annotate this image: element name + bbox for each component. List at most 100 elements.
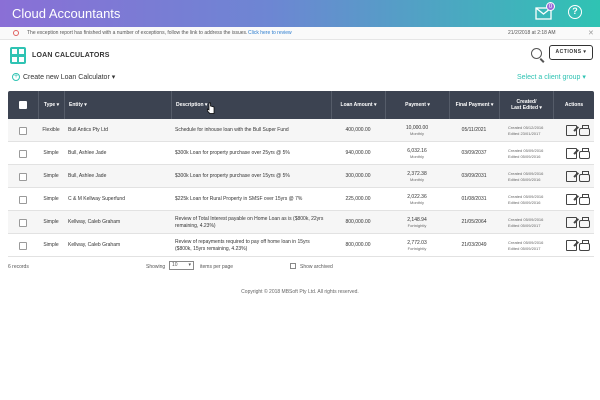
row-created-edited: Created 05/09/2016 Edited 05/09/2017 xyxy=(508,234,553,257)
table-row[interactable]: Simple Bull, Ashlee Jade $300k Loan for pr… xyxy=(8,165,594,188)
search-icon[interactable] xyxy=(531,48,542,59)
print-icon[interactable] xyxy=(578,124,590,136)
row-entity: Bull, Ashlee Jade xyxy=(68,150,107,157)
copyright-text: Copyright © 2018 MBSoft Pty Ltd. All rig… xyxy=(241,289,359,295)
payment-frequency: Monthly xyxy=(409,200,424,206)
create-calculator-label: Create new Loan Calculator xyxy=(23,74,110,81)
row-created-edited: Created 05/09/2016 Edited 05/09/2016 xyxy=(508,188,553,211)
plus-circle-icon: + xyxy=(12,73,20,82)
edit-icon[interactable] xyxy=(565,125,577,136)
row-checkbox[interactable] xyxy=(19,126,27,135)
edit-icon[interactable] xyxy=(565,217,577,228)
row-payment: 2,772.03 Fortnightly xyxy=(385,234,449,257)
records-count: 6 records xyxy=(8,264,29,270)
column-header-created-edited[interactable]: Created/ Last Edited ▾ xyxy=(499,91,553,119)
payment-frequency: Monthly xyxy=(409,131,424,137)
print-icon[interactable] xyxy=(578,147,590,159)
row-checkbox[interactable] xyxy=(19,195,27,204)
row-checkbox[interactable] xyxy=(19,218,27,227)
row-final-payment: 05/11/2021 xyxy=(461,127,487,134)
row-description: $300k Loan for property purchase over 25… xyxy=(175,150,290,157)
edited-date: Edited 05/09/2017 xyxy=(508,222,541,228)
row-actions xyxy=(561,211,594,234)
row-created-edited: Created 05/09/2016 Edited 05/09/2016 xyxy=(508,165,553,188)
warning-icon xyxy=(13,30,19,36)
row-created-edited: Created 05/12/2016 Edited 23/01/2017 xyxy=(508,119,553,142)
row-final-payment: 03/09/2037 xyxy=(461,150,487,157)
edited-date: Edited 23/01/2017 xyxy=(508,130,541,136)
row-type: Simple xyxy=(43,196,59,203)
row-description: Review of Total Interest payable on Home… xyxy=(175,216,324,229)
column-header-type[interactable]: Type ▾ xyxy=(38,91,64,119)
notice-text: The exception report has finished with a… xyxy=(27,30,248,36)
table-row[interactable]: Simple Bull, Ashlee Jade $300k Loan for pr… xyxy=(8,142,594,165)
edit-icon[interactable] xyxy=(565,171,577,182)
table-row[interactable]: Flexible Bull Antics Pty Ltd Schedule for … xyxy=(8,119,594,142)
row-payment: 2,372.38 Monthly xyxy=(385,165,449,188)
row-actions xyxy=(561,142,594,165)
actions-button[interactable]: ACTIONS ▾ xyxy=(549,45,593,60)
payment-frequency: Monthly xyxy=(409,177,424,183)
row-select-cell xyxy=(8,188,38,211)
row-loan-amount: 800,000.00 xyxy=(345,219,371,226)
row-entity: Kellway, Caleb Graham xyxy=(68,242,121,249)
loan-calculator-table: Type ▾ Entity ▾ Description ▾ Loan Amoun… xyxy=(8,91,594,257)
row-select-cell xyxy=(8,165,38,188)
row-type: Flexible xyxy=(42,127,60,134)
edit-icon[interactable] xyxy=(565,148,577,159)
row-payment: 6,032.16 Monthly xyxy=(385,142,449,165)
payment-frequency: Fortnightly xyxy=(407,223,427,229)
row-loan-amount: 800,000.00 xyxy=(345,242,371,249)
edited-date: Edited 05/09/2016 xyxy=(508,199,541,205)
row-actions xyxy=(561,234,594,257)
table-row[interactable]: Simple Kellway, Caleb Graham Review of rep… xyxy=(8,234,594,257)
row-checkbox[interactable] xyxy=(19,172,27,181)
row-type: Simple xyxy=(43,242,59,249)
row-loan-amount: 300,000.00 xyxy=(345,173,371,180)
row-entity: Bull, Ashlee Jade xyxy=(68,173,107,180)
top-bar: Cloud Accountants 0 ? xyxy=(0,0,600,27)
row-payment: 2,022.36 Monthly xyxy=(385,188,449,211)
notice-bar: The exception report has finished with a… xyxy=(0,27,600,40)
row-type: Simple xyxy=(43,173,59,180)
table-row[interactable]: Simple C & M Kellway Superfund $225k Loan … xyxy=(8,188,594,211)
page-title: LOAN CALCULATORS xyxy=(32,52,110,59)
column-header-payment[interactable]: Payment ▾ xyxy=(385,91,449,119)
select-all-checkbox[interactable] xyxy=(19,101,27,109)
column-header-entity[interactable]: Entity ▾ xyxy=(64,91,171,119)
row-description: Review of repayments required to pay off… xyxy=(175,239,310,252)
row-final-payment: 21/03/2049 xyxy=(461,242,487,249)
column-header-final-payment[interactable]: Final Payment ▾ xyxy=(449,91,499,119)
header-select-all[interactable] xyxy=(8,91,38,119)
print-icon[interactable] xyxy=(578,239,590,251)
table-row[interactable]: Simple Kellway, Caleb Graham Review of Tot… xyxy=(8,211,594,234)
edit-icon[interactable] xyxy=(565,194,577,205)
print-icon[interactable] xyxy=(578,193,590,205)
row-payment: 10,000.00 Monthly xyxy=(385,119,449,142)
show-archived-checkbox[interactable] xyxy=(290,263,296,269)
create-calculator-button[interactable]: + Create new Loan Calculator ▾ xyxy=(12,73,115,82)
page-size-select[interactable]: 10 xyxy=(169,261,194,270)
print-icon[interactable] xyxy=(578,216,590,228)
row-final-payment: 01/08/2031 xyxy=(461,196,487,203)
print-icon[interactable] xyxy=(578,170,590,182)
per-page-label: items per page xyxy=(200,264,234,270)
row-entity: Bull Antics Pty Ltd xyxy=(68,127,109,134)
edited-date: Edited 05/09/2016 xyxy=(508,153,541,159)
edit-icon[interactable] xyxy=(565,240,577,251)
client-group-select[interactable]: Select a client group ▾ xyxy=(517,73,586,81)
review-link[interactable]: Click here to review xyxy=(248,27,292,40)
row-created-edited: Created 05/09/2016 Edited 05/09/2017 xyxy=(508,211,553,234)
payment-frequency: Monthly xyxy=(409,154,424,160)
row-checkbox[interactable] xyxy=(19,241,27,250)
row-checkbox[interactable] xyxy=(19,149,27,158)
close-icon[interactable]: ✕ xyxy=(588,27,594,40)
row-final-payment: 21/05/2064 xyxy=(461,219,487,226)
row-actions xyxy=(561,119,594,142)
pointer-cursor-icon xyxy=(207,102,215,114)
created-header-line2: Last Edited ▾ xyxy=(511,105,542,111)
help-icon[interactable]: ? xyxy=(568,5,582,19)
column-header-loan-amount[interactable]: Loan Amount ▾ xyxy=(331,91,385,119)
column-header-description[interactable]: Description ▾ xyxy=(171,91,331,119)
table-header: Type ▾ Entity ▾ Description ▾ Loan Amoun… xyxy=(8,91,594,119)
